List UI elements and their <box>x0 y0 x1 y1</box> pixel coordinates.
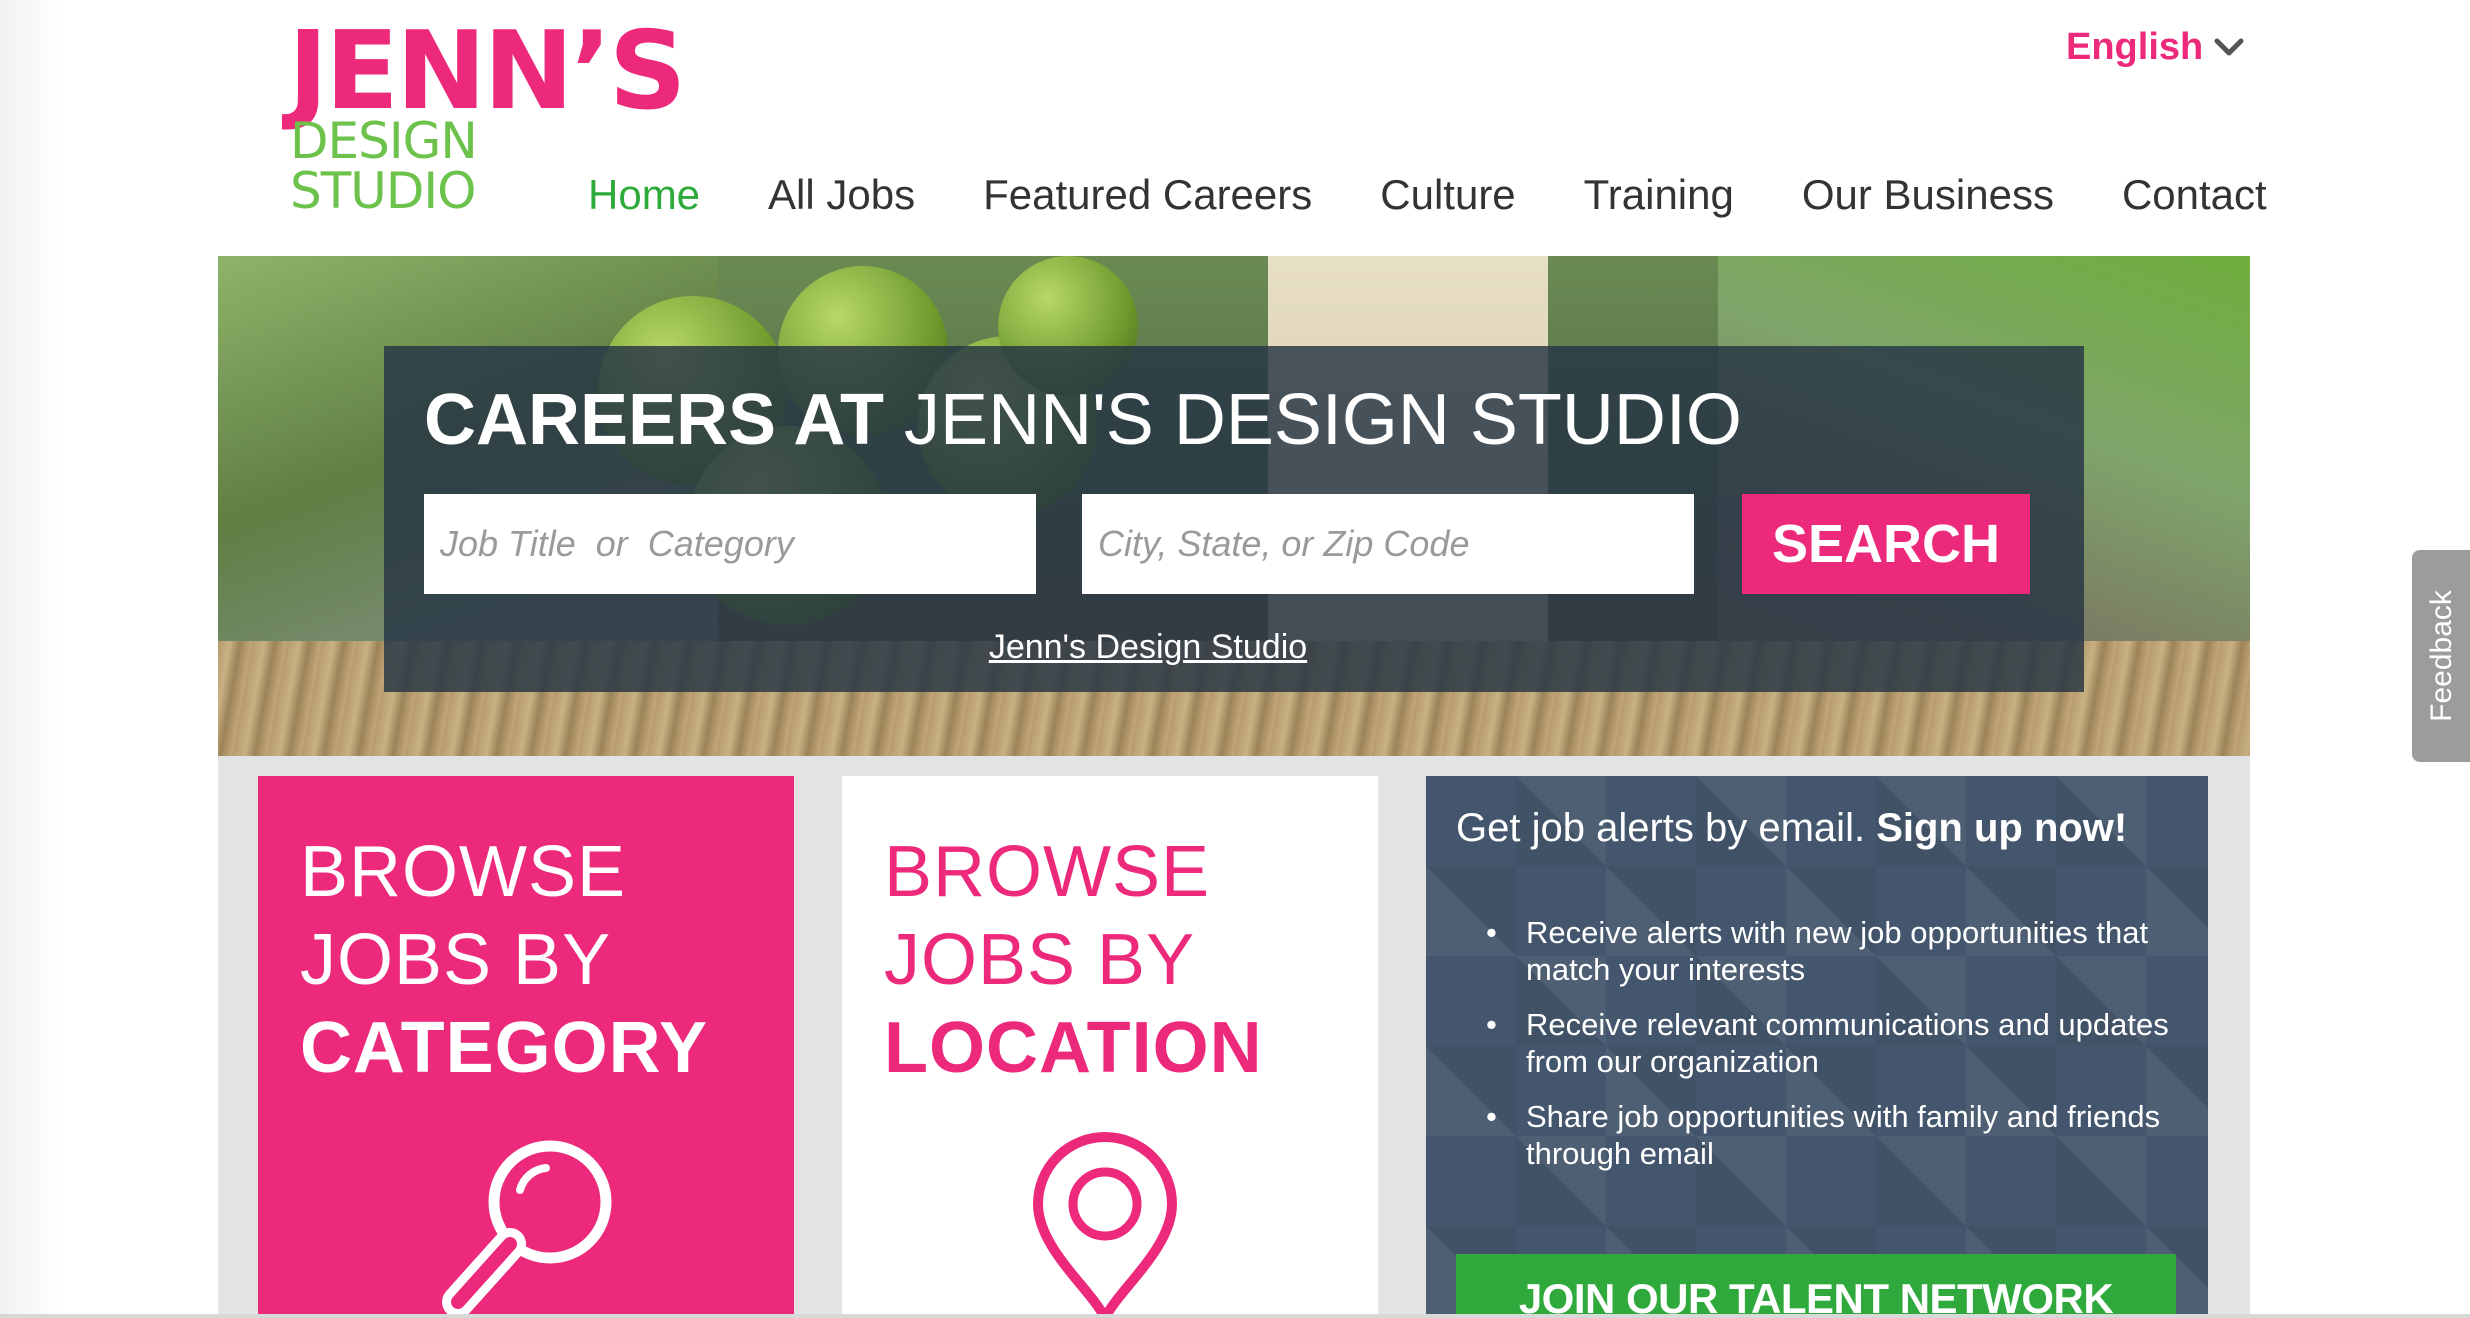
nav-item-our-business[interactable]: Our Business <box>1802 171 2054 219</box>
company-logo[interactable]: JENN’S DESIGN STUDIO <box>288 18 687 217</box>
browse-location-line2: JOBS BY <box>884 920 1196 1000</box>
join-talent-network-button[interactable]: JOIN OUR TALENT NETWORK <box>1456 1254 2176 1318</box>
feedback-label: Feedback <box>2425 590 2458 722</box>
main-nav: Home All Jobs Featured Careers Culture T… <box>588 165 2267 225</box>
job-alerts-card: Get job alerts by email. Sign up now! Re… <box>1426 776 2208 1318</box>
job-alerts-title-text: Get job alerts by email. <box>1456 806 1866 850</box>
browse-location-line1: BROWSE <box>884 832 1211 912</box>
page-shade <box>0 0 60 1318</box>
chevron-down-icon <box>2214 38 2244 56</box>
search-panel: CAREERS AT JENN'S DESIGN STUDIO SEARCH J… <box>384 346 2084 692</box>
company-link[interactable]: Jenn's Design Studio <box>989 628 1307 667</box>
browse-category-line2: JOBS BY <box>300 920 612 1000</box>
list-item: Receive alerts with new job opportunitie… <box>1486 914 2176 988</box>
magnifier-icon <box>442 1140 612 1318</box>
page-bottom-edge <box>0 1314 2470 1318</box>
company-link-row: Jenn's Design Studio <box>384 628 2084 667</box>
nav-item-culture[interactable]: Culture <box>1380 171 1515 219</box>
search-button[interactable]: SEARCH <box>1742 494 2030 594</box>
map-pin-icon <box>1033 1132 1177 1318</box>
hero-title: CAREERS AT JENN'S DESIGN STUDIO <box>424 384 1742 456</box>
job-alerts-benefits: Receive alerts with new job opportunitie… <box>1486 914 2176 1190</box>
browse-by-location-card[interactable]: BROWSE JOBS BY LOCATION <box>842 776 1378 1318</box>
browse-location-heading: BROWSE JOBS BY LOCATION <box>884 828 1263 1092</box>
nav-item-featured-careers[interactable]: Featured Careers <box>983 171 1312 219</box>
language-label: English <box>2066 25 2204 68</box>
hero-title-light: JENN'S DESIGN STUDIO <box>904 380 1742 460</box>
nav-item-contact[interactable]: Contact <box>2122 171 2267 219</box>
keyword-input[interactable] <box>424 494 1036 594</box>
browse-category-line1: BROWSE <box>300 832 627 912</box>
list-item: Receive relevant communications and upda… <box>1486 1006 2176 1080</box>
nav-item-home[interactable]: Home <box>588 171 700 219</box>
language-selector[interactable]: English <box>2066 22 2245 72</box>
feedback-tab[interactable]: Feedback <box>2412 550 2470 762</box>
hero-title-bold: CAREERS AT <box>424 380 885 460</box>
lower-section: BROWSE JOBS BY CATEGORY BROWSE JOBS BY L… <box>218 756 2250 1318</box>
location-input[interactable] <box>1082 494 1694 594</box>
browse-category-heading: BROWSE JOBS BY CATEGORY <box>300 828 708 1092</box>
browse-category-line3: CATEGORY <box>300 1008 709 1088</box>
job-alerts-title: Get job alerts by email. Sign up now! <box>1456 806 2127 851</box>
browse-location-line3: LOCATION <box>884 1008 1263 1088</box>
job-alerts-title-cta: Sign up now! <box>1876 806 2128 850</box>
logo-wordmark: JENN’S <box>288 9 687 134</box>
nav-item-training[interactable]: Training <box>1584 171 1734 219</box>
nav-item-all-jobs[interactable]: All Jobs <box>768 171 915 219</box>
browse-by-category-card[interactable]: BROWSE JOBS BY CATEGORY <box>258 776 794 1318</box>
list-item: Share job opportunities with family and … <box>1486 1098 2176 1172</box>
